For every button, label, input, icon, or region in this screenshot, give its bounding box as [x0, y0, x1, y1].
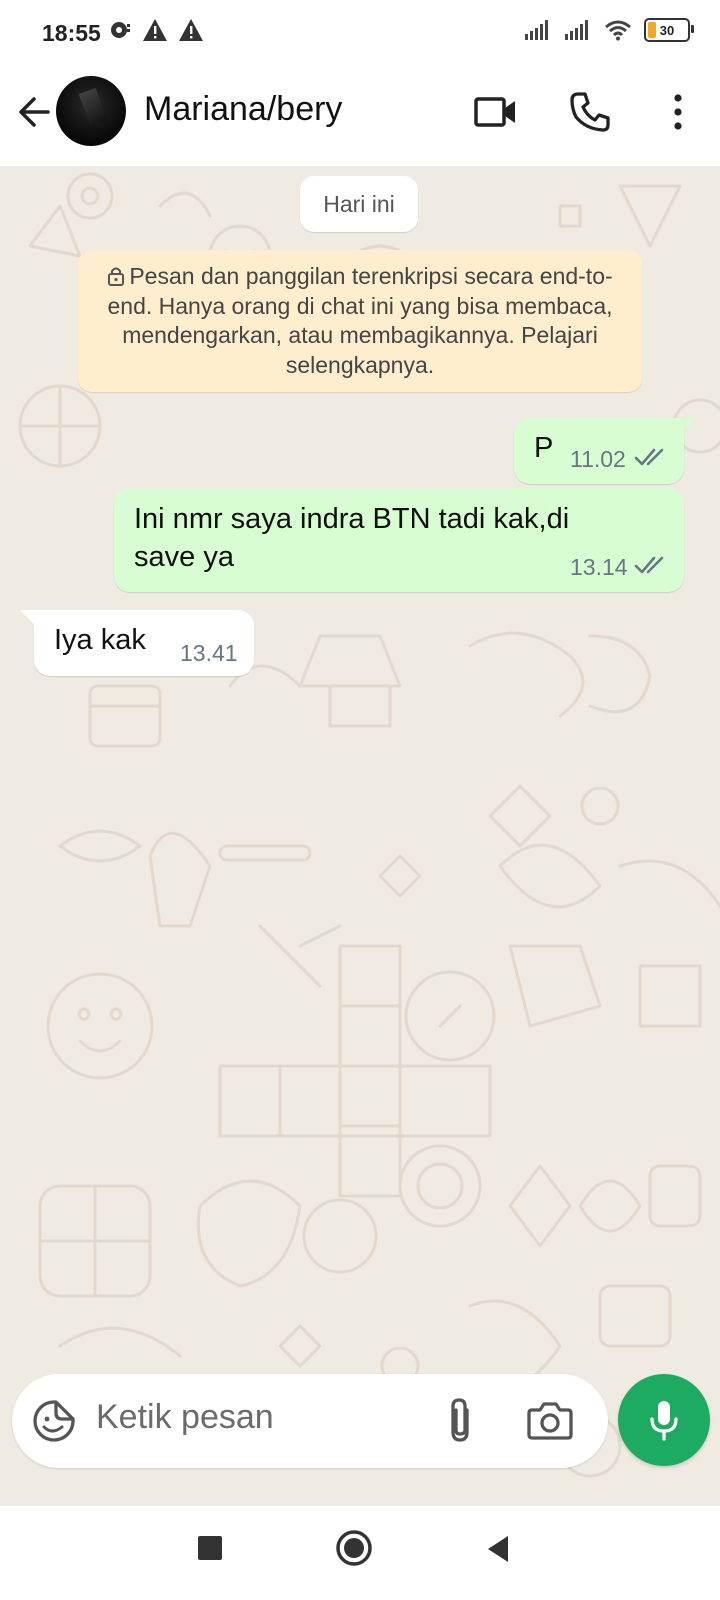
sync-icon	[111, 22, 130, 38]
date-divider: Hari ini	[300, 176, 418, 232]
mic-icon	[650, 1401, 678, 1441]
status-system-icons: 30	[524, 18, 694, 42]
phone-icon[interactable]	[568, 90, 612, 134]
camera-icon[interactable]	[526, 1398, 574, 1442]
message-time: 13.14	[570, 554, 628, 580]
recents-icon[interactable]	[196, 1534, 224, 1562]
message-text: Iya kak	[54, 624, 146, 656]
warning-icon	[179, 19, 203, 41]
message-time: 13.41	[180, 640, 238, 666]
sticker-icon[interactable]	[32, 1399, 76, 1443]
status-bar: 18:55 30	[0, 0, 720, 68]
battery-level: 30	[659, 22, 675, 38]
message-text: P	[534, 432, 554, 464]
message-bubble-outgoing[interactable]: Ini nmr saya indra BTN tadi kak,di save …	[114, 488, 684, 592]
back-nav-icon[interactable]	[484, 1534, 512, 1564]
message-bubble-outgoing[interactable]: P 11.02	[514, 418, 684, 484]
signal-icon	[525, 20, 548, 40]
status-notification-icons	[108, 18, 204, 42]
status-time: 18:55	[42, 20, 101, 46]
warning-icon	[143, 19, 167, 41]
message-bubble-incoming[interactable]: Iya kak 13.41	[34, 610, 254, 676]
lock-icon	[108, 267, 125, 286]
encryption-notice[interactable]: Pesan dan panggilan terenkripsi secara e…	[78, 250, 642, 392]
message-text: Ini nmr saya indra BTN tadi kak,di save …	[134, 503, 570, 573]
double-check-icon	[634, 448, 664, 466]
avatar[interactable]	[56, 76, 126, 146]
message-time: 11.02	[570, 446, 626, 472]
battery-icon: 30	[644, 18, 694, 42]
message-composer[interactable]: Ketik pesan	[12, 1374, 608, 1468]
message-input[interactable]: Ketik pesan	[96, 1398, 274, 1437]
voice-record-button[interactable]	[618, 1374, 710, 1466]
contact-name[interactable]: Mariana/bery	[144, 90, 342, 129]
home-icon[interactable]	[334, 1528, 374, 1568]
system-navigation-bar	[0, 1506, 720, 1600]
chat-area[interactable]: Hari ini Pesan dan panggilan terenkripsi…	[0, 166, 720, 1506]
more-vert-icon[interactable]	[656, 90, 700, 134]
wifi-icon	[605, 20, 631, 41]
video-call-icon[interactable]	[474, 90, 518, 134]
chat-header: Mariana/bery	[0, 68, 720, 166]
bubble-tail	[682, 418, 696, 432]
double-check-icon	[634, 556, 664, 574]
back-arrow-icon[interactable]	[14, 92, 54, 132]
bubble-tail	[20, 610, 34, 624]
signal-icon	[565, 20, 588, 40]
encryption-notice-text: Pesan dan panggilan terenkripsi secara e…	[107, 263, 613, 378]
attach-icon[interactable]	[440, 1396, 482, 1446]
